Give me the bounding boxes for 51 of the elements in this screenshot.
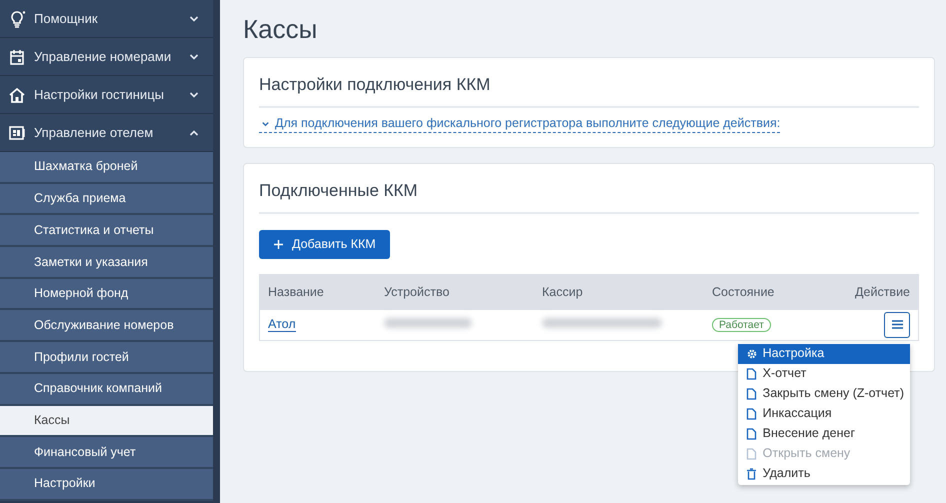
column-header: Действие: [855, 284, 910, 301]
sidebar-subitem[interactable]: Настройки: [0, 468, 213, 501]
sidebar-subitem[interactable]: Заметки и указания: [0, 247, 213, 279]
card-title: Подключенные ККМ: [259, 178, 919, 214]
column-header: Состояние: [712, 284, 774, 299]
chevron-down-icon: [189, 52, 199, 62]
sidebar-subitem[interactable]: Номерной фонд: [0, 278, 213, 310]
file-icon: [746, 408, 757, 420]
menu-item[interactable]: Внесение денег: [738, 424, 910, 444]
sidebar-item[interactable]: Помощник: [0, 0, 213, 38]
sidebar-subitem[interactable]: Шахматка броней: [0, 152, 213, 184]
file-icon: [746, 428, 757, 440]
sidebar-item[interactable]: Настройки гостиницы: [0, 76, 213, 114]
device-link[interactable]: Атол: [268, 317, 296, 332]
page-title: Кассы: [243, 14, 318, 46]
sidebar-subitem[interactable]: Обслуживание номеров: [0, 310, 213, 342]
sidebar-subitem[interactable]: Финансовый учет: [0, 437, 213, 469]
sidebar-subitem[interactable]: Кассы: [0, 406, 213, 438]
column-header: Кассир: [542, 284, 583, 299]
column-header: Название: [268, 284, 324, 299]
menu-item[interactable]: Удалить: [738, 464, 910, 484]
chevron-down-icon: [189, 90, 199, 100]
file-icon: [746, 448, 757, 460]
sidebar-item[interactable]: Управление отелем: [0, 114, 213, 152]
menu-item[interactable]: X-отчет: [738, 364, 910, 384]
menu-item[interactable]: Инкассация: [738, 404, 910, 424]
sidebar-subitem[interactable]: Статистика и отчеты: [0, 215, 213, 248]
plus-icon: [273, 238, 284, 250]
sidebar-subitem[interactable]: Справочник компаний: [0, 374, 213, 406]
house-icon: [8, 86, 26, 104]
chevron-up-icon: [189, 128, 199, 138]
instructions-toggle[interactable]: Для подключения вашего фискального регистратора выполните следующие действия:: [259, 114, 780, 134]
sidebar-item[interactable]: Управление номерами: [0, 38, 213, 76]
lightbulb-icon: [8, 10, 26, 28]
menu-button[interactable]: [884, 312, 910, 338]
file-icon: [746, 368, 757, 380]
sidebar-subitem[interactable]: Служба приема: [0, 184, 213, 216]
chevron-down-icon: [189, 14, 199, 24]
add-button[interactable]: Добавить ККМ: [259, 230, 390, 259]
file-icon: [746, 388, 757, 400]
sidebar-subitem[interactable]: Профили гостей: [0, 342, 213, 374]
status-label: Работает: [712, 318, 771, 332]
menu-icon: [892, 320, 902, 330]
menu-item[interactable]: Настройка: [738, 344, 910, 364]
column-header: Устройство: [384, 284, 450, 299]
menu-item[interactable]: Закрыть смену (Z-отчет): [738, 384, 910, 404]
dashboard-icon: [8, 124, 26, 142]
calendar-icon: [8, 48, 26, 66]
trash-icon: [746, 468, 757, 480]
gear-icon: [746, 348, 757, 360]
card-title: Настройки подключения ККМ: [259, 72, 919, 108]
